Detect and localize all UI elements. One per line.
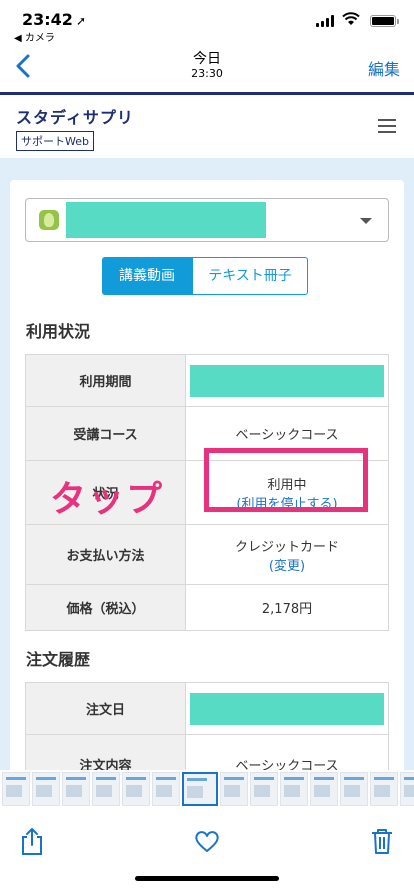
- course-label: 受講コース: [25, 406, 186, 461]
- status-time: 23:42 ➚: [22, 10, 86, 29]
- photo-thumbnail[interactable]: [92, 772, 120, 806]
- battery-icon: [370, 15, 399, 27]
- redacted-period: [190, 364, 384, 397]
- table-row: 注文内容 ベーシックコース: [25, 734, 389, 770]
- payment-value-cell: クレジットカード (変更): [185, 524, 389, 585]
- location-icon: ➚: [75, 14, 86, 28]
- site-logo-sub: サポートWeb: [16, 131, 94, 151]
- photo-thumbnail[interactable]: [310, 772, 338, 806]
- redacted-order-date: [190, 692, 384, 725]
- hamburger-menu-icon[interactable]: [378, 119, 396, 133]
- tab-lecture-videos[interactable]: 講義動画: [102, 257, 192, 295]
- photo-nav-bar: 今日 23:30 編集: [0, 44, 414, 92]
- status-bar: 23:42 ➚ ◀ カメラ: [0, 0, 414, 44]
- photo-thumbnail[interactable]: [220, 772, 248, 806]
- site-header: スタディサプリ サポートWeb: [0, 92, 414, 158]
- photo-thumbnail[interactable]: [370, 772, 398, 806]
- redacted-account-name: [66, 202, 266, 238]
- photo-thumbnail-selected[interactable]: [182, 772, 218, 806]
- table-row: 利用期間: [25, 354, 389, 407]
- photo-thumbnail[interactable]: [400, 772, 414, 806]
- table-row: お支払い方法 クレジットカード (変更): [25, 524, 389, 585]
- annotation-highlight-box: [204, 448, 368, 512]
- caret-down-icon: [360, 218, 372, 224]
- order-date-label: 注文日: [25, 682, 186, 735]
- annotation-tap-label: タップ: [50, 479, 165, 520]
- home-indicator: [135, 876, 279, 881]
- signal-icon: [316, 15, 336, 27]
- wifi-icon: [342, 12, 360, 30]
- payment-value: クレジットカード: [234, 539, 339, 555]
- share-icon[interactable]: [18, 826, 46, 856]
- orders-section-title: 注文履歴: [26, 650, 91, 669]
- period-label: 利用期間: [25, 354, 186, 407]
- photo-thumbnail[interactable]: [32, 772, 60, 806]
- photo-thumbnail[interactable]: [280, 772, 308, 806]
- bottom-toolbar: [0, 808, 414, 896]
- heart-icon[interactable]: [193, 826, 221, 856]
- site-logo[interactable]: スタディサプリ: [16, 104, 134, 128]
- photo-thumbnail[interactable]: [62, 772, 90, 806]
- table-row: 価格（税込） 2,178円: [25, 584, 389, 631]
- content-tabs: 講義動画 テキスト冊子: [102, 257, 308, 295]
- photo-date-title: 今日: [193, 51, 221, 67]
- order-content-label: 注文内容: [25, 734, 186, 770]
- photo-time-subtitle: 23:30: [191, 67, 223, 80]
- period-value: [185, 354, 389, 407]
- back-to-camera-link[interactable]: ◀ カメラ: [14, 29, 55, 44]
- photo-thumbnail[interactable]: [122, 772, 150, 806]
- tab-text-booklets[interactable]: テキスト冊子: [192, 257, 308, 295]
- order-content-value: ベーシックコース: [185, 734, 389, 770]
- avatar: [39, 210, 59, 230]
- usage-section-title: 利用状況: [26, 322, 91, 341]
- photo-thumbnail[interactable]: [250, 772, 278, 806]
- orders-table: 注文日 注文内容 ベーシックコース: [25, 682, 389, 770]
- photo-thumbnail[interactable]: [152, 772, 180, 806]
- payment-label: お支払い方法: [25, 524, 186, 585]
- price-label: 価格（税込）: [25, 584, 186, 631]
- photo-thumbnail[interactable]: [2, 772, 30, 806]
- order-date-value: [185, 682, 389, 735]
- edit-button[interactable]: 編集: [368, 56, 400, 80]
- account-select[interactable]: [25, 198, 389, 242]
- price-value: 2,178円: [185, 584, 389, 631]
- table-row: 注文日: [25, 682, 389, 735]
- trash-icon[interactable]: [368, 826, 396, 856]
- change-payment-link[interactable]: (変更): [186, 555, 388, 574]
- photo-thumbnail-strip[interactable]: [0, 770, 414, 808]
- photo-thumbnail[interactable]: [340, 772, 368, 806]
